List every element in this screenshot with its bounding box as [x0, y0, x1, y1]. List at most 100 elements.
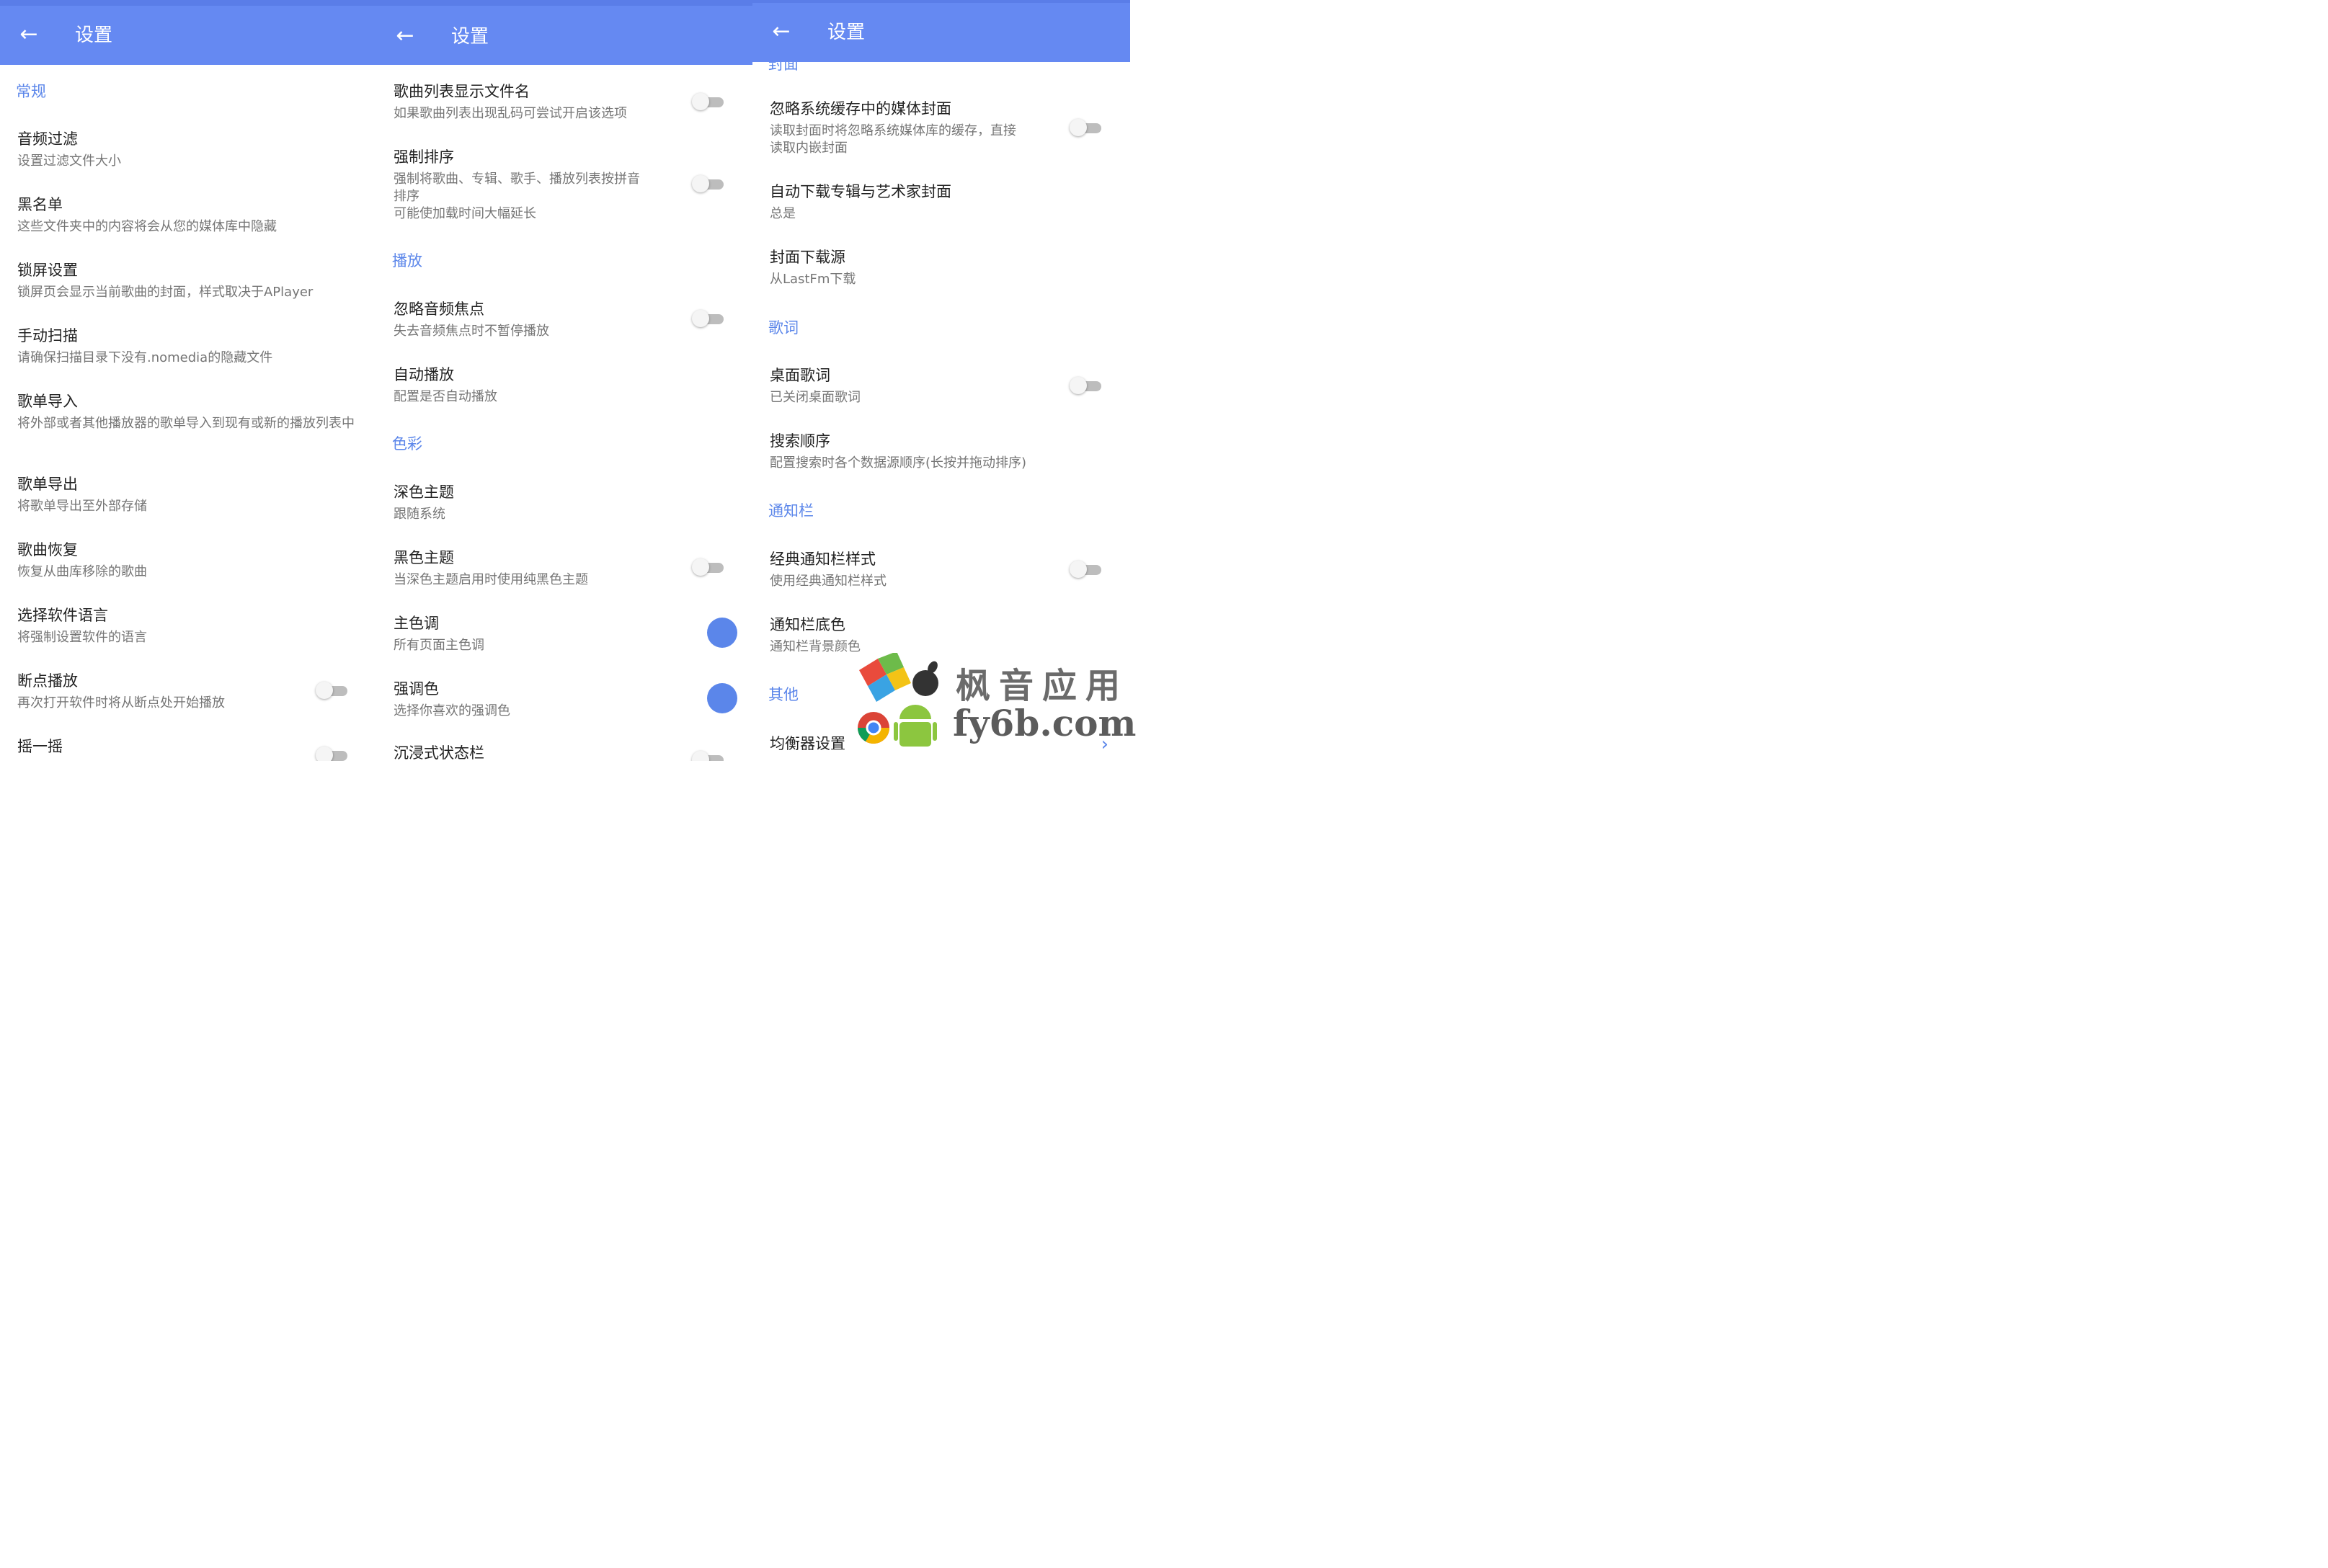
switch-thumb	[692, 310, 709, 327]
setting-song-restore[interactable]: 歌曲恢复 恢复从曲库移除的歌曲	[17, 539, 147, 581]
setting-autoplay[interactable]: 自动播放 配置是否自动播放	[394, 364, 497, 406]
setting-title: 搜索顺序	[770, 432, 830, 450]
classic-notification-switch[interactable]	[1070, 559, 1104, 579]
setting-title: 强制排序	[394, 148, 454, 166]
setting-title: 经典通知栏样式	[770, 551, 876, 568]
black-theme-switch[interactable]	[692, 557, 727, 577]
setting-subtitle: 锁屏页会显示当前歌曲的封面，样式取决于APlayer	[17, 285, 314, 300]
setting-title: 选择软件语言	[17, 607, 108, 624]
settings-panel-1: ← 设置 常规 音频过滤 设置过滤文件大小 黑名单 这些文件夹中的内容将会从您的…	[0, 0, 376, 761]
setting-subtitle: 已关闭桌面歌词	[770, 390, 861, 405]
setting-cover-source[interactable]: 封面下载源 从LastFm下载	[770, 246, 856, 288]
settings-panel-3: ← 设置 封面 忽略系统缓存中的媒体封面 读取封面时将忽略系统媒体库的缓存，直接…	[752, 0, 1130, 761]
setting-playlist-export[interactable]: 歌单导出 将歌单导出至外部存储	[17, 473, 147, 515]
setting-black-theme[interactable]: 黑色主题 当深色主题启用时使用纯黑色主题	[394, 547, 588, 589]
setting-subtitle: 将强制设置软件的语言	[17, 630, 147, 645]
setting-desktop-lyrics[interactable]: 桌面歌词 已关闭桌面歌词	[770, 365, 861, 406]
setting-title: 沉浸式状态栏	[394, 744, 484, 761]
setting-ignore-system-cover-cache[interactable]: 忽略系统缓存中的媒体封面 读取封面时将忽略系统媒体库的缓存，直接 读取内嵌封面	[770, 98, 1016, 157]
setting-title: 歌曲列表显示文件名	[394, 83, 530, 100]
switch-thumb	[692, 93, 709, 110]
desktop-lyrics-switch[interactable]	[1070, 375, 1104, 396]
setting-equalizer[interactable]: 均衡器设置	[770, 733, 845, 754]
ignore-cover-cache-switch[interactable]	[1070, 117, 1104, 138]
setting-subtitle: 恢复从曲库移除的歌曲	[17, 564, 147, 579]
setting-title: 强调色	[394, 680, 439, 698]
app-bar: ← 设置	[0, 6, 376, 65]
ignore-audio-focus-switch[interactable]	[692, 308, 727, 329]
setting-immersive-status-bar[interactable]: 沉浸式状态栏	[394, 742, 484, 761]
setting-resume-playback[interactable]: 断点播放 再次打开软件时将从断点处开始播放	[17, 670, 225, 712]
setting-manual-scan[interactable]: 手动扫描 请确保扫描目录下没有.nomedia的隐藏文件	[17, 325, 272, 367]
subtitle-line: 读取内嵌封面	[770, 141, 848, 156]
setting-subtitle: 这些文件夹中的内容将会从您的媒体库中隐藏	[17, 219, 277, 234]
setting-primary-color[interactable]: 主色调 所有页面主色调	[394, 612, 484, 654]
accent-color-swatch[interactable]	[707, 683, 737, 713]
subtitle-line: 强制将歌曲、专辑、歌手、播放列表按拼音	[394, 172, 640, 187]
settings-panel-2: ← 设置 歌曲列表显示文件名 如果歌曲列表出现乱码可尝试开启该选项 强制排序 强…	[376, 0, 752, 761]
setting-lockscreen[interactable]: 锁屏设置 锁屏页会显示当前歌曲的封面，样式取决于APlayer	[17, 259, 313, 301]
setting-subtitle: 读取封面时将忽略系统媒体库的缓存，直接 读取内嵌封面	[770, 122, 1016, 157]
switch-thumb	[692, 751, 709, 761]
back-arrow-icon[interactable]: ←	[395, 25, 415, 47]
section-header-other: 其他	[768, 686, 799, 703]
setting-subtitle: 将外部或者其他播放器的歌单导入到现有或新的播放列表中	[17, 416, 355, 431]
setting-subtitle: 使用经典通知栏样式	[770, 574, 887, 589]
setting-title: 手动扫描	[17, 327, 78, 344]
switch-thumb	[692, 175, 709, 192]
setting-notification-bg-color[interactable]: 通知栏底色 通知栏背景颜色	[770, 614, 861, 656]
watermark-url: fy6b.com	[953, 702, 1137, 744]
back-arrow-icon[interactable]: ←	[771, 21, 791, 43]
section-header-general: 常规	[16, 83, 46, 100]
setting-force-sort[interactable]: 强制排序 强制将歌曲、专辑、歌手、播放列表按拼音 排序 可能使加载时间大幅延长	[394, 146, 640, 223]
setting-shake[interactable]: 摇一摇	[17, 736, 63, 757]
setting-dark-theme[interactable]: 深色主题 跟随系统	[394, 481, 454, 523]
watermark-text: 枫音应用	[956, 666, 1129, 706]
setting-accent-color[interactable]: 强调色 选择你喜欢的强调色	[394, 678, 510, 720]
setting-title: 均衡器设置	[770, 735, 845, 752]
setting-blacklist[interactable]: 黑名单 这些文件夹中的内容将会从您的媒体库中隐藏	[17, 194, 277, 236]
chevron-right-icon: ›	[1101, 734, 1109, 755]
setting-search-order[interactable]: 搜索顺序 配置搜索时各个数据源顺序(长按并拖动排序)	[770, 430, 1026, 472]
primary-color-swatch[interactable]	[707, 618, 737, 648]
page-title: 设置	[827, 22, 866, 43]
setting-subtitle: 将歌单导出至外部存储	[17, 499, 147, 514]
setting-show-filename[interactable]: 歌曲列表显示文件名 如果歌曲列表出现乱码可尝试开启该选项	[394, 81, 627, 122]
resume-playback-switch[interactable]	[316, 680, 350, 700]
setting-subtitle: 所有页面主色调	[394, 638, 484, 653]
subtitle-line: 读取封面时将忽略系统媒体库的缓存，直接	[770, 123, 1016, 138]
setting-title: 歌曲恢复	[17, 541, 78, 558]
setting-audio-filter[interactable]: 音频过滤 设置过滤文件大小	[17, 128, 121, 170]
shake-switch[interactable]	[316, 745, 350, 761]
immersive-status-bar-switch[interactable]	[692, 749, 727, 761]
app-bar: ← 设置	[752, 3, 1130, 62]
setting-subtitle: 总是	[770, 206, 796, 221]
setting-auto-download-covers[interactable]: 自动下载专辑与艺术家封面 总是	[770, 181, 951, 223]
setting-title: 自动下载专辑与艺术家封面	[770, 183, 951, 200]
section-header-lyrics: 歌词	[768, 319, 799, 337]
status-bar	[752, 0, 1130, 3]
setting-classic-notification[interactable]: 经典通知栏样式 使用经典通知栏样式	[770, 548, 887, 590]
setting-title: 桌面歌词	[770, 367, 830, 384]
setting-subtitle: 失去音频焦点时不暂停播放	[394, 324, 549, 339]
setting-language[interactable]: 选择软件语言 将强制设置软件的语言	[17, 605, 147, 646]
switch-thumb	[316, 682, 333, 699]
subtitle-line: 可能使加载时间大幅延长	[394, 206, 536, 221]
setting-playlist-import[interactable]: 歌单导入 将外部或者其他播放器的歌单导入到现有或新的播放列表中	[17, 391, 359, 432]
back-arrow-icon[interactable]: ←	[19, 24, 39, 45]
switch-thumb	[1070, 119, 1087, 136]
switch-thumb	[316, 747, 333, 761]
setting-subtitle: 从LastFm下载	[770, 272, 856, 287]
switch-thumb	[692, 558, 709, 576]
setting-title: 锁屏设置	[17, 262, 78, 279]
setting-subtitle: 选择你喜欢的强调色	[394, 703, 510, 718]
force-sort-switch[interactable]	[692, 174, 727, 194]
setting-subtitle: 跟随系统	[394, 507, 445, 522]
setting-subtitle: 配置搜索时各个数据源顺序(长按并拖动排序)	[770, 455, 1027, 471]
setting-subtitle: 通知栏背景颜色	[770, 639, 861, 654]
setting-ignore-audio-focus[interactable]: 忽略音频焦点 失去音频焦点时不暂停播放	[394, 298, 549, 340]
status-bar	[0, 0, 376, 6]
show-filename-switch[interactable]	[692, 92, 727, 112]
section-header-color: 色彩	[392, 435, 422, 453]
setting-title: 忽略系统缓存中的媒体封面	[770, 100, 951, 117]
